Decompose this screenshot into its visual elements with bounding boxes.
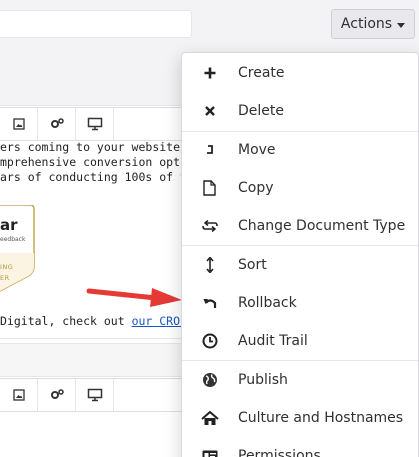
menu-item-create[interactable]: Create	[182, 54, 418, 92]
badge-title: ar	[0, 216, 18, 234]
monitor-icon[interactable]	[76, 108, 114, 140]
badge-ribbon-text: ER	[0, 274, 10, 282]
cogs-icon[interactable]	[38, 379, 76, 411]
actions-button[interactable]: Actions	[331, 9, 415, 39]
globe-icon	[203, 373, 217, 387]
menu-item-rollback[interactable]: Rollback	[182, 284, 418, 322]
menu-item-label: Rollback	[238, 295, 297, 311]
menu-item-label: Copy	[238, 180, 274, 196]
badge-subtitle: eedback	[0, 236, 26, 243]
menu-item-label: Audit Trail	[238, 333, 308, 349]
sort-icon	[206, 257, 214, 273]
rte-line: ers coming to your website that t	[0, 140, 190, 154]
menu-item-label: Move	[238, 142, 276, 158]
badge-ribbon-text: ING	[0, 263, 14, 271]
move-icon	[207, 145, 213, 154]
menu-item-label: Permissions	[238, 448, 321, 457]
home-icon	[201, 410, 219, 425]
menu-item-audit-trail[interactable]: Audit Trail	[182, 322, 418, 360]
plus-icon	[204, 67, 216, 79]
exchange-icon	[202, 220, 218, 232]
menu-item-label: Publish	[238, 372, 288, 388]
cro-text: Digital, check out	[0, 314, 132, 328]
image-icon[interactable]	[0, 108, 38, 140]
rte-line: mprehensive conversion optimiza	[0, 155, 190, 169]
close-icon	[205, 106, 215, 116]
menu-item-change-document-type[interactable]: Change Document Type	[182, 207, 418, 245]
menu-item-publish[interactable]: Publish	[182, 361, 418, 399]
image-icon[interactable]	[0, 379, 38, 411]
caret-down-icon	[397, 22, 406, 28]
menu-item-label: Culture and Hostnames	[238, 410, 404, 426]
menu-item-sort[interactable]: Sort	[182, 246, 418, 284]
menu-item-delete[interactable]: Delete	[182, 92, 418, 130]
cogs-icon[interactable]	[38, 108, 76, 140]
copy-icon	[203, 180, 216, 196]
menu-item-label: Change Document Type	[238, 218, 406, 234]
monitor-icon[interactable]	[76, 379, 114, 411]
rte-toolbar	[0, 378, 190, 412]
id-card-icon	[202, 450, 218, 457]
menu-item-permissions[interactable]: Permissions	[182, 437, 418, 457]
menu-item-copy[interactable]: Copy	[182, 169, 418, 207]
name-input[interactable]	[0, 10, 192, 38]
undo-icon	[203, 299, 217, 308]
clock-icon	[202, 333, 218, 349]
rte-toolbar	[0, 107, 190, 141]
top-bar: Actions	[0, 0, 419, 50]
divider	[0, 338, 190, 339]
actions-menu: Create Delete Move Copy Change Document …	[181, 52, 419, 457]
menu-item-label: Delete	[238, 103, 284, 119]
menu-item-label: Sort	[238, 257, 267, 273]
menu-item-label: Create	[238, 65, 285, 81]
annotation-arrow-icon	[86, 288, 182, 307]
rte-line: ars of conducting 100s of tests, w	[0, 170, 190, 184]
actions-label: Actions	[340, 16, 393, 32]
menu-item-culture-hostnames[interactable]: Culture and Hostnames	[182, 399, 418, 437]
rte-body-text[interactable]: ers coming to your website that t mprehe…	[0, 140, 190, 185]
menu-item-move[interactable]: Move	[182, 131, 418, 169]
